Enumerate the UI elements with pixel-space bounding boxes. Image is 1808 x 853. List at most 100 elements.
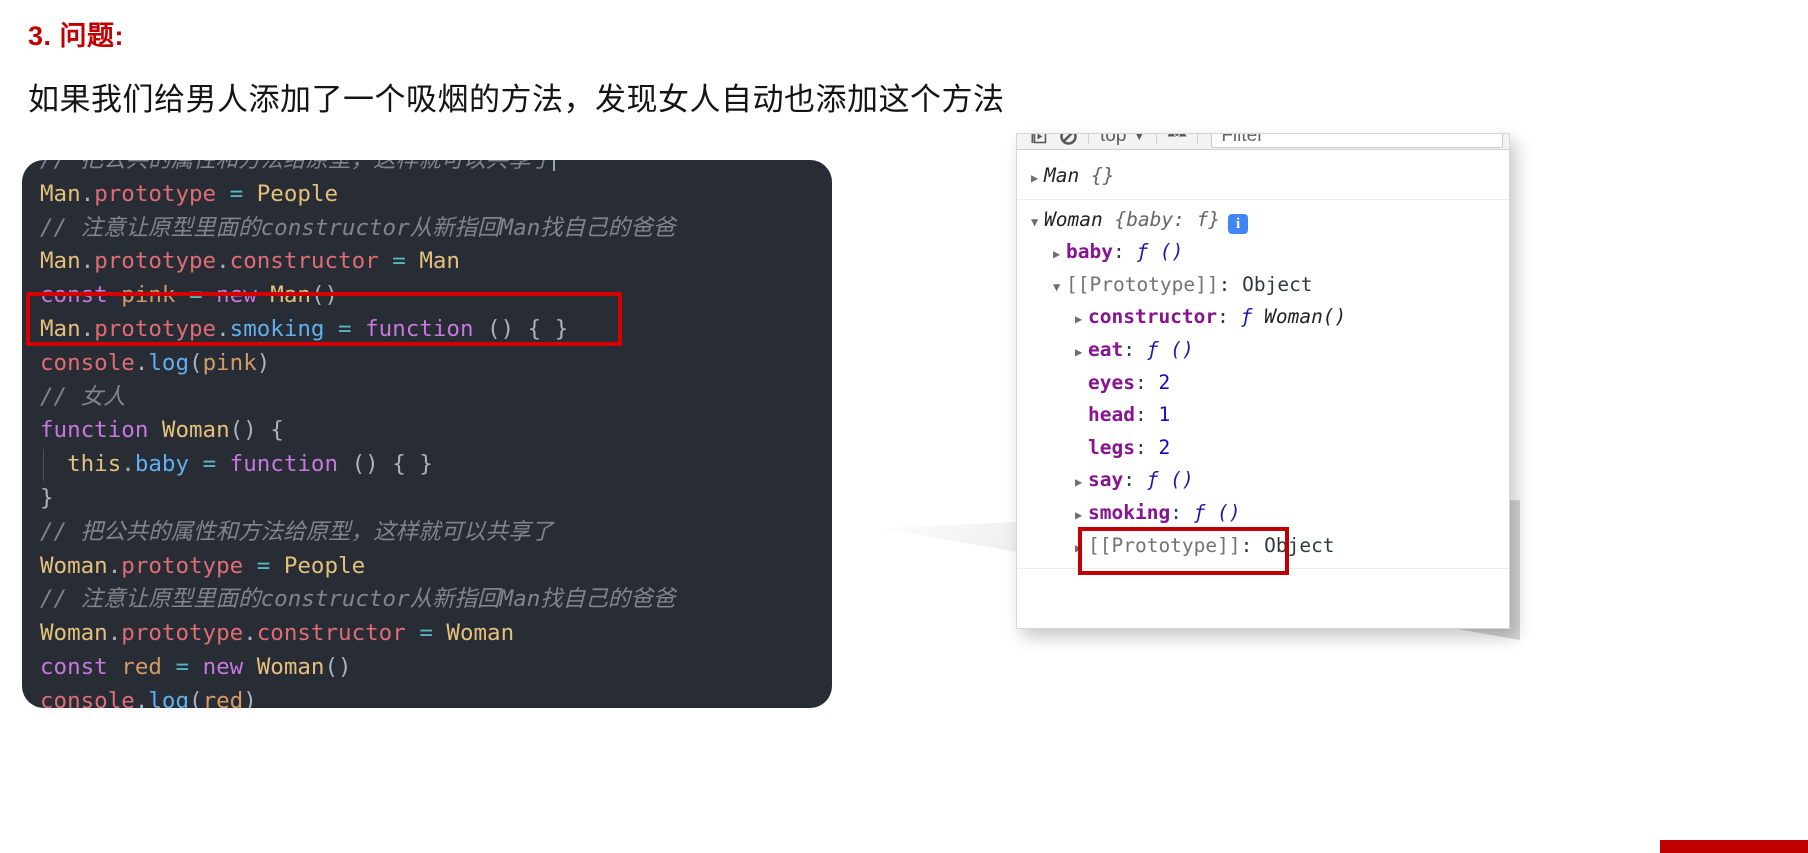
console-token: Object <box>1242 269 1312 302</box>
expand-triangle-open-icon[interactable]: ▼ <box>1031 206 1044 239</box>
expand-triangle-icon: ▶ <box>1075 369 1088 402</box>
console-token: say <box>1088 464 1123 497</box>
code-token: = <box>419 620 433 646</box>
code-token: console <box>40 350 135 376</box>
code-token <box>270 553 284 579</box>
code-line: function Woman() { <box>40 414 832 448</box>
code-token: . <box>81 181 95 207</box>
console-token: legs <box>1088 432 1135 465</box>
code-token <box>216 451 230 477</box>
code-token: () <box>324 654 351 680</box>
code-line: console.log(pink) <box>40 347 832 381</box>
code-token: this <box>67 451 121 477</box>
code-token: . <box>108 620 122 646</box>
code-token <box>553 160 555 171</box>
code-token: = <box>230 181 244 207</box>
console-token: [[Prototype]] <box>1066 269 1219 302</box>
console-token: Woman <box>1044 204 1103 237</box>
code-line: Woman.prototype.constructor = Woman <box>40 617 832 651</box>
devtools-highlight-annotation <box>1078 527 1289 575</box>
code-token: Man <box>40 248 81 274</box>
console-token: eyes <box>1088 367 1135 400</box>
code-token: Woman <box>40 553 108 579</box>
console-tree-row[interactable]: ▼[[Prototype]]: Object <box>1017 269 1509 302</box>
console-tree-row[interactable]: ▶legs: 2 <box>1017 432 1509 465</box>
console-token: {baby: f} <box>1114 204 1220 237</box>
console-message: ▶Man {} <box>1017 156 1509 200</box>
code-token <box>433 620 447 646</box>
info-badge-icon[interactable]: i <box>1228 214 1248 234</box>
code-token: Woman <box>162 417 230 443</box>
execution-context-select[interactable]: top ▼ <box>1094 133 1151 147</box>
code-token: new <box>203 654 244 680</box>
code-line: // 把公共的属性和方法给原型，这样就可以共享了 <box>40 516 832 550</box>
code-token <box>40 451 67 477</box>
console-tree-row[interactable]: ▼Woman {baby: f} i <box>1017 204 1509 237</box>
code-token <box>243 654 257 680</box>
code-token: // 把公共的属性和方法给原型，这样就可以共享了 <box>40 160 553 173</box>
code-token: console <box>40 688 135 708</box>
code-token: . <box>243 620 257 646</box>
console-message: ▼Woman {baby: f}i▶baby: ƒ ()▼[[Prototype… <box>1017 200 1509 570</box>
code-token <box>406 248 420 274</box>
console-tree-row[interactable]: ▶head: 1 <box>1017 399 1509 432</box>
code-token: function <box>40 417 148 443</box>
console-tree-row[interactable]: ▶eyes: 2 <box>1017 367 1509 400</box>
code-token: log <box>148 688 189 708</box>
expand-triangle-open-icon[interactable]: ▼ <box>1053 271 1066 304</box>
code-token: Man <box>419 248 460 274</box>
code-token: // 女人 <box>40 384 126 410</box>
console-token: {} <box>1091 160 1114 193</box>
code-token: red <box>121 654 162 680</box>
code-line: const red = new Woman() <box>40 651 832 685</box>
console-token: : <box>1170 497 1193 530</box>
execution-context-label: top <box>1100 133 1126 147</box>
console-tree-row[interactable]: ▶constructor: ƒ Woman() <box>1017 301 1509 334</box>
eye-icon[interactable] <box>1162 133 1192 149</box>
expand-triangle-icon[interactable]: ▶ <box>1075 466 1088 499</box>
console-tree-row[interactable]: ▶baby: ƒ () <box>1017 236 1509 269</box>
code-token: Woman <box>257 654 325 680</box>
console-token: : <box>1135 399 1158 432</box>
console-token: head <box>1088 399 1135 432</box>
console-tree-row[interactable]: ▶eat: ƒ () <box>1017 334 1509 367</box>
code-token: . <box>108 553 122 579</box>
clear-console-icon[interactable] <box>1053 133 1083 149</box>
console-token: smoking <box>1088 497 1170 530</box>
console-tree-row[interactable]: ▶Man {} <box>1017 160 1509 193</box>
expand-triangle-icon[interactable]: ▶ <box>1031 162 1044 195</box>
code-line: Man.prototype = People <box>40 178 832 212</box>
code-token: ) <box>243 688 257 708</box>
console-token: : <box>1219 269 1242 302</box>
expand-triangle-icon[interactable]: ▶ <box>1075 303 1088 336</box>
console-token: ƒ () <box>1136 236 1183 269</box>
code-token <box>108 654 122 680</box>
code-token: constructor <box>230 248 379 274</box>
code-token: constructor <box>257 620 406 646</box>
code-line: // 女人 <box>40 381 832 415</box>
code-token: Woman <box>446 620 514 646</box>
console-tree-row[interactable]: ▶say: ƒ () <box>1017 464 1509 497</box>
expand-triangle-icon[interactable]: ▶ <box>1053 238 1066 271</box>
code-token: ( <box>189 688 203 708</box>
code-token: pink <box>203 350 257 376</box>
page-title: 3. 问题: <box>28 14 124 53</box>
code-token: prototype <box>94 248 216 274</box>
code-token: = <box>392 248 406 274</box>
code-highlight-annotation <box>26 292 622 346</box>
code-token: = <box>257 553 271 579</box>
code-token: ) <box>257 350 271 376</box>
code-token: function <box>230 451 338 477</box>
expand-triangle-icon[interactable]: ▶ <box>1075 336 1088 369</box>
code-token <box>379 248 393 274</box>
console-token: ƒ () <box>1194 497 1241 530</box>
execute-snippet-icon[interactable] <box>1023 133 1053 149</box>
code-token: ( <box>189 350 203 376</box>
toolbar-divider-3 <box>1197 133 1198 144</box>
console-tree-row[interactable]: ▶smoking: ƒ () <box>1017 497 1509 530</box>
code-token: // 把公共的属性和方法给原型，这样就可以共享了 <box>40 519 553 545</box>
console-token: ƒ () <box>1147 464 1194 497</box>
console-token: 2 <box>1158 367 1170 400</box>
filter-input[interactable]: Filter <box>1211 133 1503 148</box>
code-token: People <box>257 181 338 207</box>
